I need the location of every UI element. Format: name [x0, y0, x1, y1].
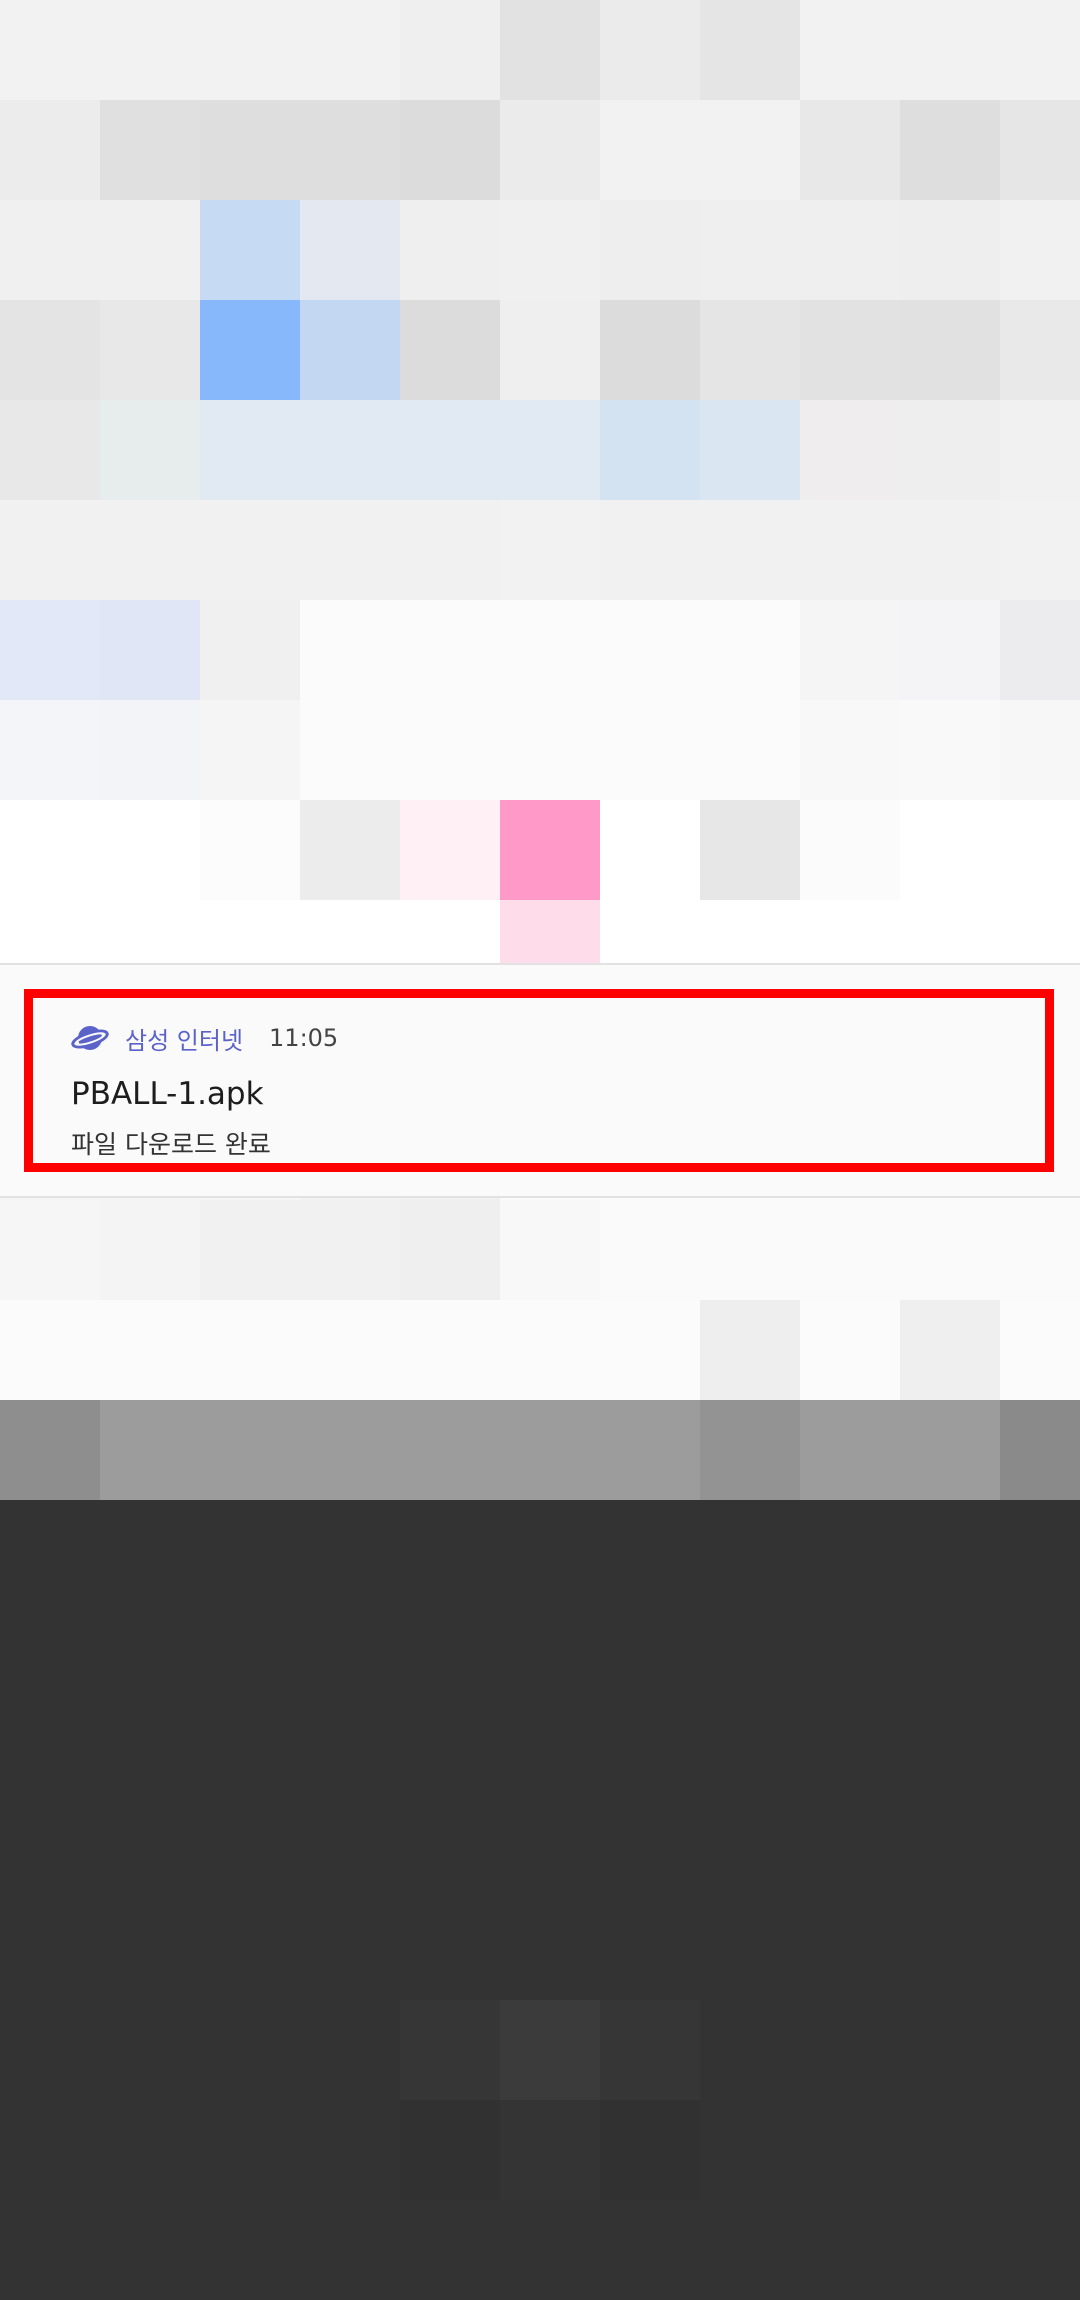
notification-app-name: 삼성 인터넷 [125, 1026, 244, 1055]
notification-title: PBALL-1.apk [71, 1076, 264, 1112]
notification-header: 삼성 인터넷 11:05 [71, 1018, 338, 1058]
notification-text: 파일 다운로드 완료 [71, 1130, 271, 1159]
download-notification[interactable]: 삼성 인터넷 11:05 PBALL-1.apk 파일 다운로드 완료 [24, 989, 1054, 1172]
samsung-internet-planet-icon [71, 1026, 109, 1050]
notification-time: 11:05 [269, 1024, 339, 1052]
